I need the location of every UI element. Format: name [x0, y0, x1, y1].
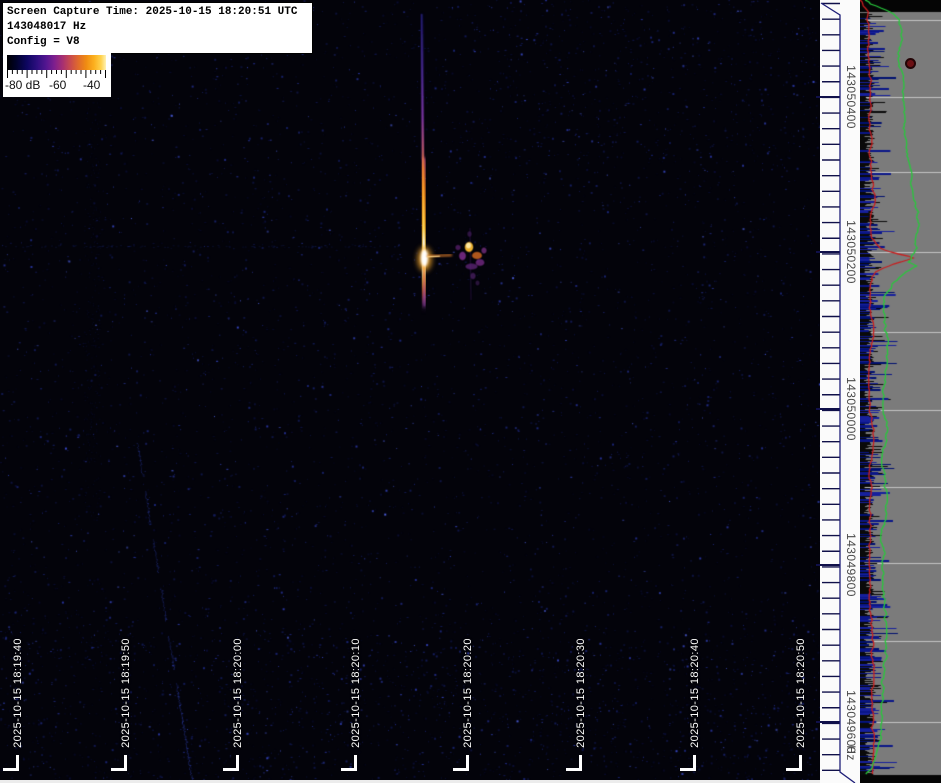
frequency-axis: 1430504001430502001430500001430498001430…	[820, 0, 860, 783]
time-axis-label: 2025-10-15 18:20:40	[689, 638, 701, 748]
time-axis-tick-foot	[680, 768, 694, 771]
frequency-axis-label: 143050000	[844, 377, 858, 441]
time-axis-tick-foot	[111, 768, 125, 771]
time-axis-label: 2025-10-15 18:20:50	[795, 638, 807, 748]
config-text: Config = V8	[7, 35, 308, 50]
meteor-trail-echo	[455, 228, 486, 300]
capture-time-text: Screen Capture Time: 2025-10-15 18:20:51…	[7, 5, 308, 20]
time-axis-label: 2025-10-15 18:19:40	[12, 638, 24, 748]
spectrum-canvas	[860, 0, 941, 783]
time-axis-tick-foot	[786, 768, 800, 771]
frequency-axis-label: 143050200	[844, 220, 858, 284]
time-axis-tick-foot	[566, 768, 580, 771]
waterfall-spectrogram: 2025-10-15 18:19:40 2025-10-15 18:19:50 20…	[0, 0, 820, 783]
colorbar-label-mid: -60	[49, 78, 66, 92]
colorbar-label-max: -40	[83, 78, 100, 92]
frequency-axis-label: 143050400	[844, 65, 858, 129]
center-frequency-text: 143048017 Hz	[7, 20, 308, 35]
time-axis-label: 2025-10-15 18:19:50	[120, 638, 132, 748]
time-axis-label: 2025-10-15 18:20:10	[350, 638, 362, 748]
frequency-axis-label: 143049800	[844, 533, 858, 597]
colorbar: -80 dB -60 -40	[3, 53, 111, 97]
time-axis-tick-foot	[223, 768, 237, 771]
capture-info-box: Screen Capture Time: 2025-10-15 18:20:51…	[2, 2, 313, 54]
spectrum-panel	[860, 0, 941, 783]
colorbar-label-min: -80 dB	[5, 78, 40, 92]
time-axis-label: 2025-10-15 18:20:20	[462, 638, 474, 748]
colorbar-gradient	[7, 55, 106, 70]
time-axis-label: 2025-10-15 18:20:30	[575, 638, 587, 748]
frequency-axis-unit: Hz	[844, 745, 858, 760]
time-axis-label: 2025-10-15 18:20:00	[232, 638, 244, 748]
meteor-head-echo	[418, 14, 452, 310]
marker-dot	[905, 58, 916, 69]
time-axis-tick-foot	[341, 768, 355, 771]
spectrogram-screen-capture: 2025-10-15 18:19:40 2025-10-15 18:19:50 20…	[0, 0, 941, 783]
time-axis-tick-foot	[453, 768, 467, 771]
time-axis-tick-foot	[3, 768, 17, 771]
